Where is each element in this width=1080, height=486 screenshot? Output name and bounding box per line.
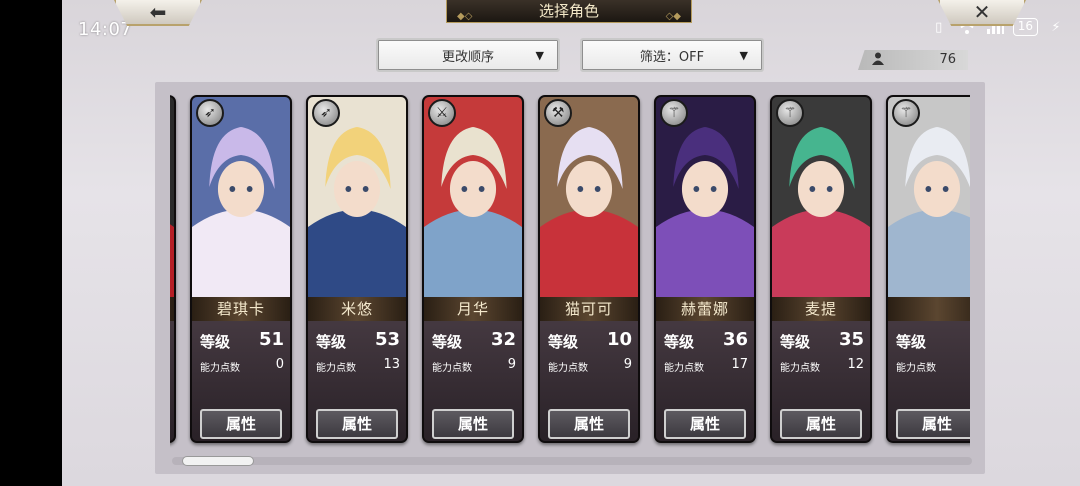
- character-card[interactable]: ⚚ 麦提 等级 35 能力点数 12 属性: [770, 95, 872, 443]
- page-title: 选择角色: [538, 2, 599, 20]
- charging-icon: ⚡: [1051, 19, 1061, 35]
- character-stats: 等级 36 能力点数 17 属性: [656, 321, 754, 441]
- character-portrait: [656, 97, 754, 297]
- ability-points-label: 能力点数: [780, 363, 820, 374]
- character-portrait: [170, 97, 174, 297]
- character-card[interactable]: ➶ 碧琪卡 等级 51 能力点数 0 属性: [190, 95, 292, 443]
- character-name: [888, 297, 970, 321]
- scrollbar-thumb[interactable]: [182, 456, 254, 466]
- character-name: 赫蕾娜: [656, 297, 754, 321]
- battery-indicator: 16: [1012, 18, 1038, 36]
- character-name: 月华: [424, 297, 522, 321]
- sword-icon: ⚔: [428, 99, 456, 127]
- character-card[interactable]: ➶ 米悠 等级 53 能力点数 13 属性: [306, 95, 408, 443]
- character-portrait: [424, 97, 522, 297]
- sort-order-dropdown[interactable]: 更改顺序 ▼: [376, 38, 560, 72]
- level-label: 等级: [200, 333, 231, 351]
- staff-icon: ⚚: [660, 99, 688, 127]
- back-button[interactable]: ⬅: [114, 0, 202, 26]
- character-name: 麦提: [772, 297, 870, 321]
- character-stats: 等级 53 能力点数 11 属性: [170, 321, 174, 441]
- character-portrait: [308, 97, 406, 297]
- level-value: 53: [374, 329, 400, 350]
- ability-points-label: 能力点数: [896, 363, 936, 374]
- bow-icon: ➶: [196, 99, 224, 127]
- ability-points-label: 能力点数: [664, 363, 704, 374]
- level-label: 等级: [432, 333, 463, 351]
- character-stats: 等级 32 能力点数 9 属性: [424, 321, 522, 441]
- sort-order-label: 更改顺序: [441, 49, 494, 65]
- ability-points-value: 17: [731, 357, 748, 372]
- character-name: 赤套火焰使: [170, 297, 174, 321]
- page-title-plate: ◆◇ 选择角色 ◇◆: [446, 0, 692, 23]
- level-value: 35: [838, 329, 864, 350]
- close-button[interactable]: ✕: [938, 0, 1026, 26]
- level-value: 32: [490, 329, 516, 350]
- filter-dropdown[interactable]: 筛选：OFF ▼: [580, 38, 764, 72]
- character-name: 碧琪卡: [192, 297, 290, 321]
- level-value: 51: [258, 329, 284, 350]
- ability-points-value: 0: [275, 357, 284, 372]
- character-track: ⚔ 赤套火焰使 等级 53 能力点数 11 属性 ➶ 碧琪卡 等级 51: [170, 95, 970, 443]
- attribute-button[interactable]: 属性: [896, 409, 970, 439]
- level-label: 等级: [316, 333, 347, 351]
- character-portrait: [540, 97, 638, 297]
- ornament-left-icon: ◆◇: [457, 11, 473, 22]
- ability-points-value: 13: [383, 357, 400, 372]
- character-stats: 等级 能力点数 属性: [888, 321, 970, 441]
- character-stats: 等级 53 能力点数 13 属性: [308, 321, 406, 441]
- character-card[interactable]: ⚔ 赤套火焰使 等级 53 能力点数 11 属性: [170, 95, 176, 443]
- level-value: 36: [722, 329, 748, 350]
- character-portrait: [888, 97, 970, 297]
- chevron-down-icon: ▼: [739, 49, 748, 62]
- character-stats: 等级 51 能力点数 0 属性: [192, 321, 290, 441]
- ability-points-label: 能力点数: [316, 363, 356, 374]
- staff-icon: ⚚: [892, 99, 920, 127]
- character-stats: 等级 10 能力点数 9 属性: [540, 321, 638, 441]
- character-stats: 等级 35 能力点数 12 属性: [772, 321, 870, 441]
- character-name: 猫可可: [540, 297, 638, 321]
- attribute-button[interactable]: 属性: [780, 409, 862, 439]
- close-icon: ✕: [973, 0, 991, 24]
- ornament-right-icon: ◇◆: [665, 11, 681, 22]
- staff-icon: ⚚: [776, 99, 804, 127]
- character-card[interactable]: ⚚ 赫蕾娜 等级 36 能力点数 17 属性: [654, 95, 756, 443]
- person-icon: [872, 52, 884, 69]
- status-time: 14:07: [78, 19, 133, 40]
- character-card[interactable]: ⚚ 等级 能力点数 属性: [886, 95, 970, 443]
- character-card[interactable]: ⚔ 月华 等级 32 能力点数 9 属性: [422, 95, 524, 443]
- vibrate-icon: ▯: [935, 19, 943, 35]
- back-arrow-icon: ⬅: [149, 0, 167, 24]
- ability-points-label: 能力点数: [432, 363, 472, 374]
- horizontal-scrollbar[interactable]: [172, 457, 972, 465]
- bow-icon: ➶: [312, 99, 340, 127]
- attribute-button[interactable]: 属性: [316, 409, 398, 439]
- character-portrait: [772, 97, 870, 297]
- level-label: 等级: [896, 333, 927, 351]
- level-value: 10: [606, 329, 632, 350]
- ability-points-label: 能力点数: [548, 363, 588, 374]
- level-label: 等级: [548, 333, 579, 351]
- ability-points-value: 9: [623, 357, 632, 372]
- attribute-button[interactable]: 属性: [200, 409, 282, 439]
- attribute-button[interactable]: 属性: [548, 409, 630, 439]
- character-count-badge: 76: [858, 50, 968, 70]
- attribute-button[interactable]: 属性: [664, 409, 746, 439]
- filter-label: 筛选：OFF: [639, 49, 705, 65]
- level-label: 等级: [780, 333, 811, 351]
- character-card[interactable]: ⚒ 猫可可 等级 10 能力点数 9 属性: [538, 95, 640, 443]
- character-name: 米悠: [308, 297, 406, 321]
- level-label: 等级: [664, 333, 695, 351]
- character-portrait: [192, 97, 290, 297]
- ability-points-value: 9: [507, 357, 516, 372]
- attribute-button[interactable]: 属性: [432, 409, 514, 439]
- chevron-down-icon: ▼: [535, 49, 544, 62]
- character-list[interactable]: ⚔ 赤套火焰使 等级 53 能力点数 11 属性 ➶ 碧琪卡 等级 51: [170, 90, 970, 450]
- ability-points-label: 能力点数: [200, 363, 240, 374]
- axe-icon: ⚒: [544, 99, 572, 127]
- character-count: 76: [939, 52, 956, 67]
- ability-points-value: 12: [847, 357, 864, 372]
